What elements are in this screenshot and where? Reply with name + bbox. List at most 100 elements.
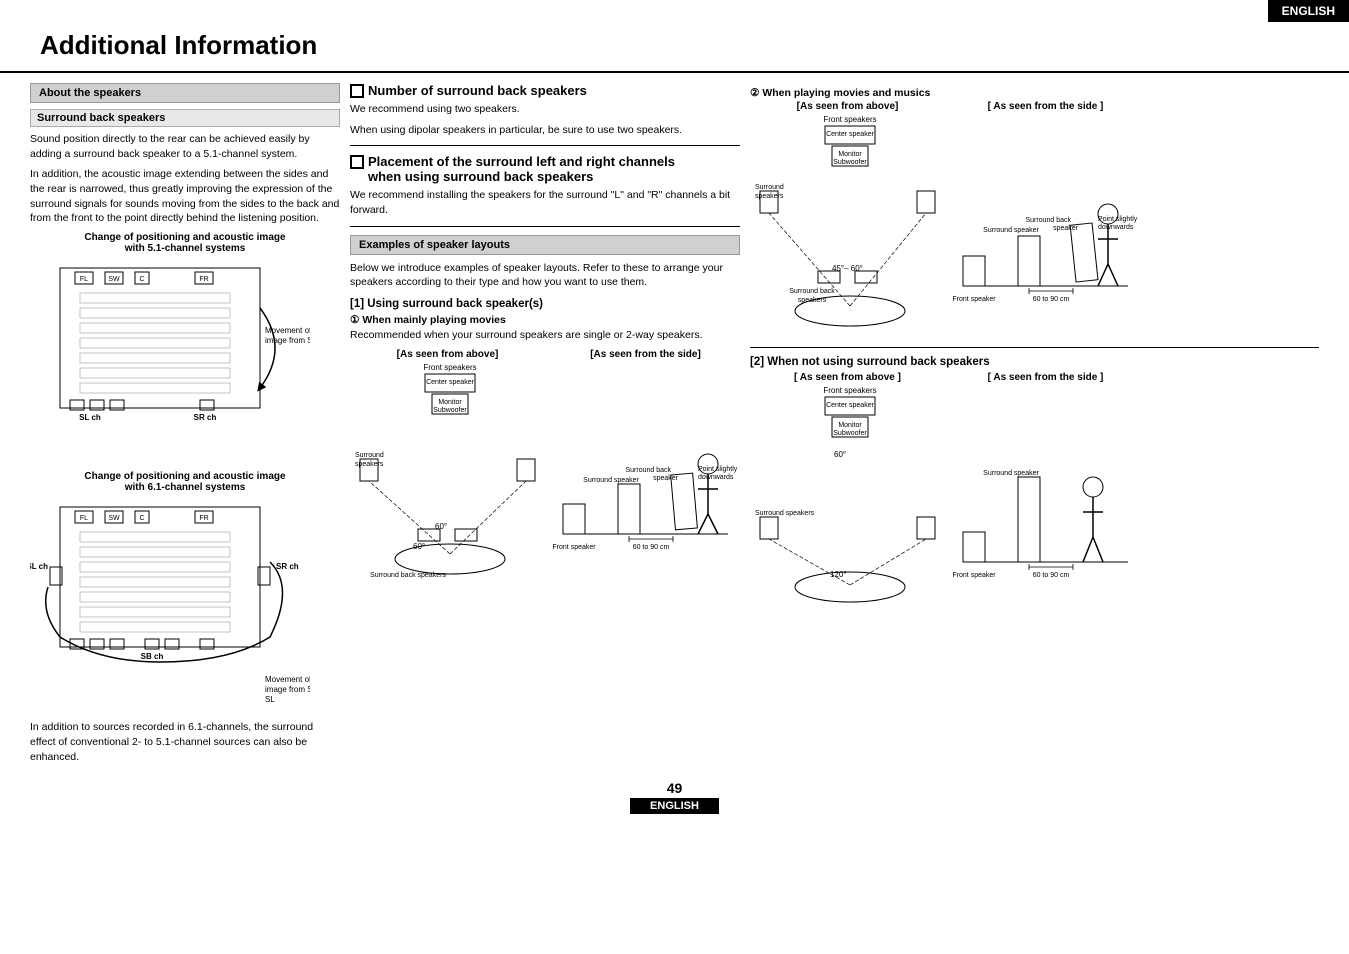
- svg-text:SR ch: SR ch: [276, 562, 299, 571]
- svg-text:Surround: Surround: [355, 452, 384, 459]
- svg-text:SL: SL: [265, 695, 275, 704]
- about-speakers-header: About the speakers: [30, 83, 340, 103]
- page-title: Additional Information: [0, 0, 1349, 73]
- side-diagram-2: Front speaker Surround speaker Surround …: [953, 116, 1138, 336]
- svg-text:SL ch: SL ch: [30, 562, 48, 571]
- svg-text:C: C: [139, 276, 144, 283]
- svg-text:Center speaker: Center speaker: [826, 131, 875, 138]
- num-surround-title: Number of surround back speakers: [350, 83, 740, 98]
- svg-text:image from SR to SB to: image from SR to SB to: [265, 685, 310, 694]
- svg-text:Subwoofer: Subwoofer: [833, 430, 867, 437]
- svg-text:Point slightly: Point slightly: [698, 466, 738, 473]
- bottom-text: In addition to sources recorded in 6.1-c…: [30, 720, 340, 764]
- svg-text:speakers: speakers: [355, 461, 384, 468]
- svg-text:Front speaker: Front speaker: [953, 296, 996, 303]
- examples-body: Below we introduce examples of speaker l…: [350, 261, 740, 290]
- svg-text:Surround back: Surround back: [789, 288, 835, 295]
- svg-text:speakers: speakers: [798, 297, 827, 304]
- surround-body1: Sound position directly to the rear can …: [30, 132, 340, 161]
- svg-text:Front speakers: Front speakers: [823, 387, 876, 395]
- svg-text:speaker: speaker: [1053, 225, 1079, 232]
- side-diagram-3: Front speaker Surround speaker 60 to: [953, 387, 1138, 617]
- svg-text:speakers: speakers: [755, 193, 784, 200]
- placement-body: We recommend installing the speakers for…: [350, 188, 740, 217]
- examples-header: Examples of speaker layouts: [350, 235, 740, 255]
- svg-text:FL: FL: [80, 515, 88, 522]
- mid-column: Number of surround back speakers We reco…: [350, 73, 740, 770]
- when2-title: ② When playing movies and musics: [750, 87, 1319, 99]
- svg-text:Monitor: Monitor: [838, 151, 862, 158]
- svg-text:60 to 90 cm: 60 to 90 cm: [1033, 572, 1070, 579]
- svg-text:Center speaker: Center speaker: [426, 379, 475, 386]
- svg-text:Movement of acoustic: Movement of acoustic: [265, 326, 310, 335]
- surround-body2: In addition, the acoustic image extendin…: [30, 167, 340, 226]
- above-diagram-1: Front speakers Center speaker Monitor Su…: [350, 364, 545, 584]
- svg-text:60°: 60°: [435, 522, 447, 531]
- svg-text:Monitor: Monitor: [838, 422, 862, 429]
- svg-text:Surround speaker: Surround speaker: [983, 227, 1039, 234]
- surround-back-header: Surround back speakers: [30, 109, 340, 127]
- side-label1: [As seen from the side]: [553, 349, 738, 360]
- svg-text:downwards: downwards: [1098, 224, 1134, 231]
- section2-title: [2] When not using surround back speaker…: [750, 356, 1319, 368]
- svg-text:FR: FR: [199, 276, 208, 283]
- svg-text:60 to 90 cm: 60 to 90 cm: [633, 544, 670, 551]
- svg-text:60°: 60°: [413, 542, 425, 551]
- svg-text:Surround speaker: Surround speaker: [983, 470, 1039, 477]
- svg-text:Monitor: Monitor: [438, 399, 462, 406]
- svg-text:SW: SW: [108, 276, 120, 283]
- checkbox-icon-2: [350, 155, 364, 169]
- placement-title: Placement of the surround left and right…: [350, 154, 740, 184]
- above-label1: [As seen from above]: [350, 349, 545, 360]
- svg-text:Movement of acoustic: Movement of acoustic: [265, 675, 310, 684]
- side-label2: [ As seen from the side ]: [953, 101, 1138, 112]
- svg-text:Front speaker: Front speaker: [553, 544, 596, 551]
- diagram2-title: Change of positioning and acoustic image…: [30, 471, 340, 493]
- diagram1-title: Change of positioning and acoustic image…: [30, 232, 340, 254]
- english-top-tab: ENGLISH: [1268, 0, 1349, 22]
- when1-body: Recommended when your surround speakers …: [350, 328, 740, 343]
- above-label2: [As seen from above]: [750, 101, 945, 112]
- svg-text:Subwoofer: Subwoofer: [833, 159, 867, 166]
- svg-text:Surround: Surround: [755, 184, 784, 191]
- above-diagram-3: Front speakers Center speaker Monitor Su…: [750, 387, 945, 617]
- svg-text:60 to 90 cm: 60 to 90 cm: [1033, 296, 1070, 303]
- svg-text:SR ch: SR ch: [194, 413, 217, 422]
- side-diagram-1: Front speaker Surround speaker Surround …: [553, 364, 738, 584]
- svg-text:SL ch: SL ch: [79, 413, 101, 422]
- when1-title: ① When mainly playing movies: [350, 314, 740, 326]
- svg-text:Surround speakers: Surround speakers: [755, 510, 815, 517]
- side-label3: [ As seen from the side ]: [953, 372, 1138, 383]
- page-number-area: 49 ENGLISH: [0, 780, 1349, 814]
- svg-text:Subwoofer: Subwoofer: [433, 407, 467, 414]
- section1-title: [1] Using surround back speaker(s): [350, 298, 740, 310]
- section1-diagrams: [As seen from above] Front speakers Cent…: [350, 349, 740, 587]
- svg-text:SW: SW: [108, 515, 120, 522]
- section2-diagrams: [As seen from above] Front speakers Cent…: [750, 101, 1319, 339]
- svg-text:Front speakers: Front speakers: [423, 364, 476, 372]
- english-bottom-tab: ENGLISH: [630, 798, 719, 814]
- right-column: ② When playing movies and musics [As see…: [750, 73, 1319, 770]
- svg-text:Surround back: Surround back: [1025, 217, 1071, 224]
- svg-text:image from SR to SL: image from SR to SL: [265, 336, 310, 345]
- svg-text:Surround speaker: Surround speaker: [583, 477, 639, 484]
- checkbox-icon-1: [350, 84, 364, 98]
- svg-text:FR: FR: [199, 515, 208, 522]
- above-label3: [ As seen from above ]: [750, 372, 945, 383]
- diagram-6-1-channel: FL SW C FR: [30, 497, 310, 707]
- num-surround-body1: We recommend using two speakers.: [350, 102, 740, 117]
- num-surround-body2: When using dipolar speakers in particula…: [350, 123, 740, 138]
- svg-text:Front speakers: Front speakers: [823, 116, 876, 124]
- above-diagram-2: Front speakers Center speaker Monitor Su…: [750, 116, 945, 336]
- page-number: 49: [0, 780, 1349, 796]
- section3-diagrams: [ As seen from above ] Front speakers Ce…: [750, 372, 1319, 620]
- diagram-5-1-channel: FL SW C FR SL c: [30, 258, 310, 458]
- svg-text:120°: 120°: [830, 570, 847, 579]
- svg-text:speaker: speaker: [653, 475, 679, 482]
- svg-text:60°: 60°: [834, 450, 846, 459]
- svg-text:Center speaker: Center speaker: [826, 402, 875, 409]
- svg-text:Surround back speakers: Surround back speakers: [370, 572, 446, 579]
- svg-text:FL: FL: [80, 276, 88, 283]
- svg-text:Surround back: Surround back: [625, 467, 671, 474]
- left-column: About the speakers Surround back speaker…: [30, 73, 340, 770]
